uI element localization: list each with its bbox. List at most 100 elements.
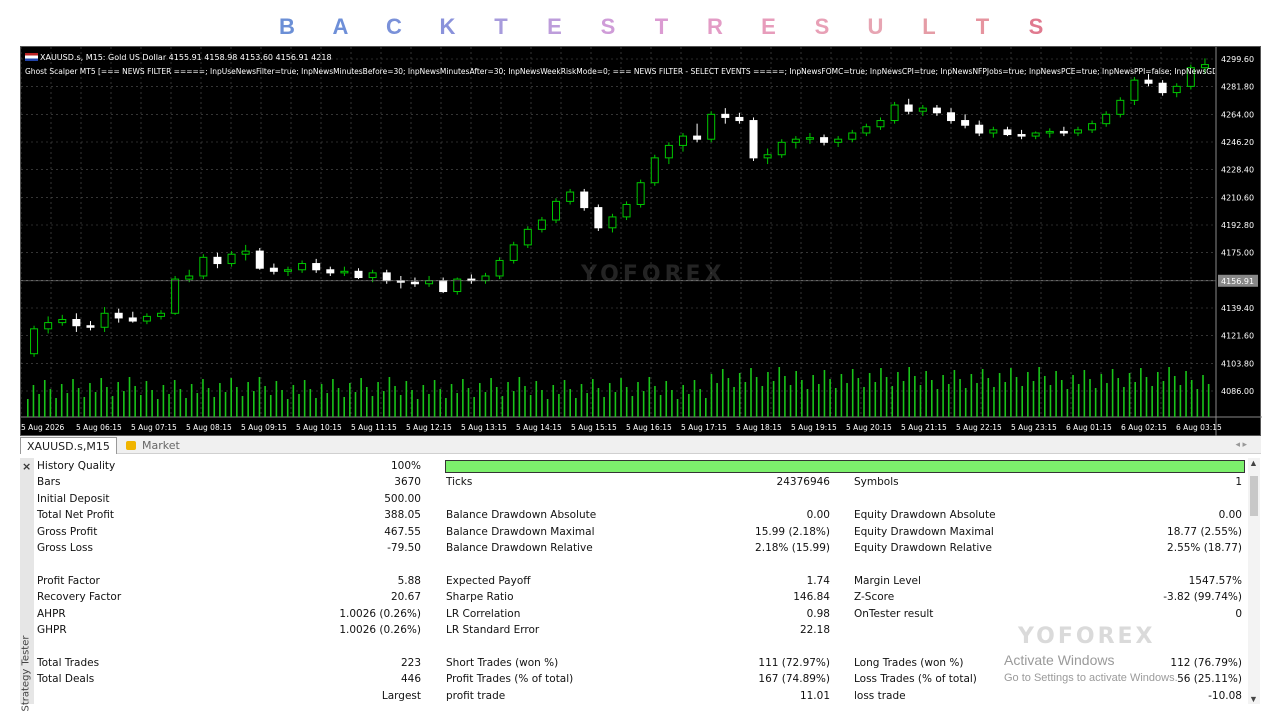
volume-bar [665,381,668,417]
candle-body [622,203,631,218]
volume-bar [151,390,153,417]
tab-scroll-arrows-icon[interactable]: ◂ ▸ [1235,439,1247,450]
candle-body [199,256,208,277]
candle-body [241,250,250,255]
title-letter: T [654,14,669,39]
result-label: Gross Loss [37,542,93,554]
tab-market[interactable]: Market [120,437,186,454]
volume-bar [1123,387,1125,417]
volume-bar [710,374,713,417]
candle-body [86,325,95,328]
volume-bar [1196,389,1199,417]
tab-xauusd-m15[interactable]: XAUUSD.s,M15 [20,437,117,454]
scroll-up-icon[interactable]: ▲ [1249,458,1258,468]
result-label: Total Deals [37,673,95,686]
title-letter: K [439,14,456,39]
volume-bar [642,391,645,417]
volume-bar [671,390,673,417]
volume-bar [38,394,40,417]
yoforex-watermark: YOFOREX [1018,624,1156,649]
volume-bar [586,393,588,417]
time-tick-label: 5 Aug 23:15 [1011,423,1057,432]
volume-bar [1060,380,1063,417]
volume-bar [123,391,125,417]
candle-body [1073,129,1082,134]
candle-body [298,263,307,271]
volume-bar [416,399,419,417]
result-value: 0.00 [1218,509,1242,522]
result-value: 22.18 [799,624,830,636]
scroll-down-icon[interactable]: ▼ [1249,694,1258,704]
volume-bar [1027,372,1029,417]
volume-bar [716,383,718,417]
current-price-label: 4156.91 [1221,277,1254,286]
candle-body [171,278,180,314]
us-flag-icon [25,53,38,61]
volume-bar [552,385,555,417]
volume-bar [834,388,837,417]
volume-bar [1173,376,1176,417]
result-label: Loss Trades (% of total) [854,673,977,686]
results-scrollbar[interactable]: ▲ ▼ [1248,458,1260,704]
volume-bar [676,399,679,417]
volume-bar [43,380,46,417]
result-label: Recovery Factor [37,591,122,604]
volume-bar [315,398,317,417]
volume-bar [964,388,967,417]
close-icon[interactable]: × [22,460,31,473]
volume-bar [422,385,425,417]
candle-body [326,269,335,274]
volume-bar [394,386,396,417]
scroll-thumb[interactable] [1250,476,1258,516]
result-value: Largest [381,689,421,702]
result-label: OnTester result [854,607,934,620]
candle-body [114,312,123,319]
volume-bar [89,383,91,417]
volume-bar [993,387,995,417]
volume-bar [77,388,80,417]
volume-bar [902,381,905,417]
volume-bar [750,368,752,417]
result-label: AHPR [37,607,66,620]
candle-body [805,137,814,140]
volume-bar [699,389,701,417]
strategy-tester-side-panel: × Strategy Tester [20,458,34,712]
title-letter: R [707,14,723,39]
volume-bar [83,397,86,417]
result-value: 1 [1235,476,1242,489]
result-label: loss trade [854,689,906,702]
volume-bar [987,378,990,417]
volume-bar [456,393,458,417]
volume-bar [467,388,470,417]
volume-bar [264,386,266,417]
result-label: Equity Drawdown Relative [854,542,992,554]
price-tick-label: 4139.40 [1221,304,1254,313]
volume-bar [981,369,984,417]
candle-body [678,135,687,146]
candle-body [425,280,434,285]
price-tick-label: 4121.60 [1221,332,1254,341]
price-tick-label: 4299.60 [1221,55,1254,64]
candle-body [975,124,984,134]
volume-bar [823,370,826,417]
volume-bar [371,396,374,417]
volume-bar [490,378,492,417]
candle-body [947,112,956,122]
volume-bar [546,399,549,417]
volume-bar [236,387,238,417]
volume-bar [806,389,809,417]
volume-bar [784,376,786,417]
volume-bar [450,384,453,417]
volume-bar [885,377,888,417]
volume-bar [1044,376,1046,417]
result-value: 0 [1235,607,1242,620]
volume-bar [507,382,509,417]
candle-body [227,253,236,265]
result-label: History Quality [37,460,116,472]
price-chart[interactable]: 4299.60 4281.80 4264.00 4246.20 4228.40 4210.… [20,46,1262,437]
volume-bar [292,385,295,417]
volume-bar [818,384,820,417]
candle-body [749,120,758,159]
title-letter: L [922,14,936,39]
volume-bar [976,383,978,417]
